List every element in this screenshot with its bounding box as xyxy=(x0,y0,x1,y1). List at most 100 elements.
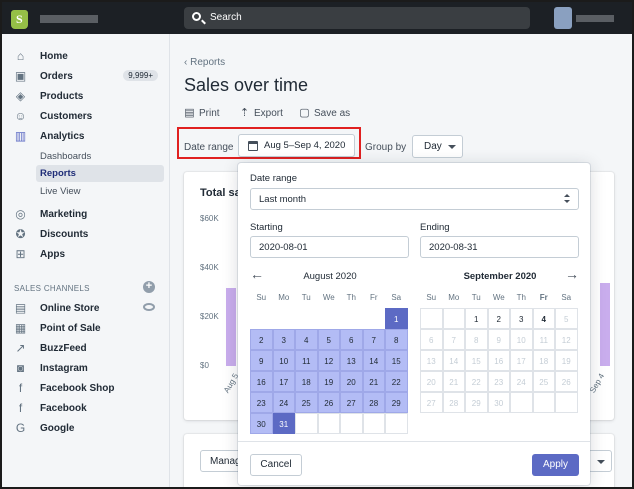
group-by-select[interactable]: Day xyxy=(412,135,463,158)
day-cell[interactable]: 11 xyxy=(295,350,318,371)
sidebar-item-google[interactable]: G Google xyxy=(2,420,170,438)
export-button[interactable]: ⇡ Export xyxy=(239,106,283,119)
day-cell[interactable]: 5 xyxy=(317,329,340,350)
day-cell[interactable]: 13 xyxy=(340,350,363,371)
day-cell: 14 xyxy=(442,350,465,371)
sidebar-item-home[interactable]: ⌂ Home xyxy=(2,48,170,66)
day-cell[interactable]: 2 xyxy=(250,329,273,350)
day-cell[interactable]: 10 xyxy=(272,350,295,371)
search-bar[interactable]: Search xyxy=(184,7,530,29)
day-cell[interactable]: 23 xyxy=(250,392,273,413)
day-cell[interactable]: 31 xyxy=(272,413,295,434)
day-cell[interactable]: 22 xyxy=(385,371,408,392)
sidebar-item-point-of-sale[interactable]: ▦ Point of Sale xyxy=(2,320,170,338)
day-cell: 18 xyxy=(532,350,555,371)
day-cell[interactable]: 3 xyxy=(510,308,533,329)
day-cell[interactable]: 25 xyxy=(295,392,318,413)
day-cell[interactable]: 14 xyxy=(362,350,385,371)
popover-footer: Cancel Apply xyxy=(238,441,590,485)
eye-icon[interactable] xyxy=(143,303,155,311)
sidebar-item-customers[interactable]: ☺ Customers xyxy=(2,108,170,126)
store-name-redacted[interactable] xyxy=(40,15,98,23)
sidebar-sub-live-view[interactable]: Live View xyxy=(40,186,81,197)
empty-day-cell xyxy=(385,413,408,434)
day-cell[interactable]: 24 xyxy=(272,392,295,413)
day-cell[interactable]: 3 xyxy=(272,329,295,350)
day-cell[interactable]: 18 xyxy=(295,371,318,392)
day-cell[interactable]: 8 xyxy=(385,329,408,350)
day-cell[interactable]: 9 xyxy=(250,350,273,371)
day-cell[interactable]: 21 xyxy=(362,371,385,392)
sidebar-item-apps[interactable]: ⊞ Apps xyxy=(2,246,170,264)
chart-bar[interactable] xyxy=(600,282,610,366)
search-placeholder: Search xyxy=(210,12,242,23)
sidebar-item-label: Products xyxy=(40,91,84,102)
starting-date-input[interactable]: 2020-08-01 xyxy=(250,236,409,258)
day-cell[interactable]: 17 xyxy=(272,371,295,392)
day-cell: 19 xyxy=(555,350,578,371)
facebook-icon: f xyxy=(18,401,23,415)
day-cell[interactable]: 7 xyxy=(362,329,385,350)
user-name-redacted[interactable] xyxy=(576,15,614,22)
sidebar-item-label: Facebook Shop xyxy=(40,383,115,394)
sidebar-sub-dashboards[interactable]: Dashboards xyxy=(40,151,91,162)
chart-title: Total sa xyxy=(200,187,241,199)
day-cell: 12 xyxy=(555,329,578,350)
day-cell[interactable]: 2 xyxy=(487,308,510,329)
day-cell[interactable]: 19 xyxy=(317,371,340,392)
weekday-label: Su xyxy=(256,293,267,302)
range-select[interactable]: Last month xyxy=(250,188,579,210)
sidebar-item-analytics[interactable]: ▥ Analytics xyxy=(2,128,170,146)
day-cell[interactable]: 30 xyxy=(250,413,273,434)
chart-bar[interactable] xyxy=(226,287,236,366)
cancel-button[interactable]: Cancel xyxy=(250,454,302,476)
add-channel-plus-icon[interactable]: + xyxy=(143,281,155,293)
day-cell[interactable]: 4 xyxy=(295,329,318,350)
day-cell[interactable]: 4 xyxy=(532,308,555,329)
instagram-icon: ◙ xyxy=(16,361,25,375)
sidebar-item-orders[interactable]: ▣ Orders 9,999+ xyxy=(2,68,170,86)
day-cell[interactable]: 27 xyxy=(340,392,363,413)
date-range-button[interactable]: Aug 5–Sep 4, 2020 xyxy=(238,134,355,157)
options-dropdown-button[interactable] xyxy=(588,450,612,472)
day-cell: 17 xyxy=(510,350,533,371)
sidebar-item-buzzfeed[interactable]: ↗ BuzzFeed xyxy=(2,340,170,358)
target-icon: ◎ xyxy=(15,207,26,221)
day-cell[interactable]: 26 xyxy=(317,392,340,413)
print-button[interactable]: ▤ Print xyxy=(184,106,219,119)
day-cell[interactable]: 29 xyxy=(385,392,408,413)
empty-day-cell xyxy=(340,308,363,329)
sidebar-item-label: Customers xyxy=(40,111,93,122)
sidebar-item-marketing[interactable]: ◎ Marketing xyxy=(2,206,170,224)
left-month-title: August 2020 xyxy=(303,271,357,282)
day-cell: 11 xyxy=(532,329,555,350)
sidebar-item-facebook[interactable]: f Facebook xyxy=(2,400,170,418)
sidebar-item-discounts[interactable]: ✪ Discounts xyxy=(2,226,170,244)
sidebar-sub-reports[interactable]: Reports xyxy=(36,165,164,182)
day-cell: 23 xyxy=(487,371,510,392)
sidebar-item-label: Point of Sale xyxy=(40,323,101,334)
day-cell[interactable]: 15 xyxy=(385,350,408,371)
empty-day-cell xyxy=(340,413,363,434)
chevron-down-icon xyxy=(597,460,605,464)
day-cell[interactable]: 28 xyxy=(362,392,385,413)
sidebar-item-online-store[interactable]: ▤ Online Store xyxy=(2,300,170,318)
breadcrumb[interactable]: ‹ Reports xyxy=(184,57,225,68)
day-cell[interactable]: 1 xyxy=(385,308,408,329)
sidebar-item-facebook-shop[interactable]: f Facebook Shop xyxy=(2,380,170,398)
ending-date-input[interactable]: 2020-08-31 xyxy=(420,236,579,258)
day-cell[interactable]: 6 xyxy=(340,329,363,350)
day-cell: 16 xyxy=(487,350,510,371)
day-cell[interactable]: 16 xyxy=(250,371,273,392)
day-cell[interactable]: 20 xyxy=(340,371,363,392)
sidebar-item-products[interactable]: ◈ Products xyxy=(2,88,170,106)
apply-button[interactable]: Apply xyxy=(532,454,579,476)
avatar[interactable] xyxy=(554,7,572,29)
shopify-logo-icon[interactable] xyxy=(11,10,28,29)
day-cell[interactable]: 1 xyxy=(465,308,488,329)
pos-icon: ▦ xyxy=(14,321,27,335)
sidebar-item-instagram[interactable]: ◙ Instagram xyxy=(2,360,170,378)
save-as-button[interactable]: ▢ Save as xyxy=(299,106,350,119)
empty-day-cell xyxy=(363,308,386,329)
day-cell[interactable]: 12 xyxy=(317,350,340,371)
